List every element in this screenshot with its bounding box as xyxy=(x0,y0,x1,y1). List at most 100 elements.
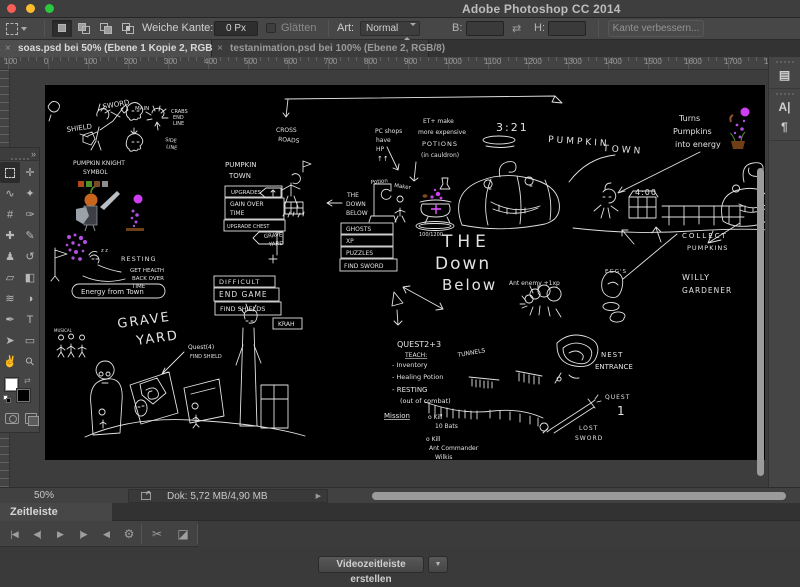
panel-icon[interactable]: ▤ xyxy=(769,65,800,85)
horizontal-scrollbar[interactable] xyxy=(372,492,786,500)
spot-healing-tool[interactable]: ✚ xyxy=(0,225,20,246)
move-tool[interactable]: ✛ xyxy=(20,162,40,183)
document-tab-soas[interactable]: × soas.psd bei 50% (Ebene 1 Kopie 2, RGB… xyxy=(0,40,212,57)
settings-button[interactable]: ⚙ xyxy=(119,521,139,547)
mask-mode-row xyxy=(0,410,40,430)
sketch-label: z z xyxy=(101,248,108,254)
close-tab-icon[interactable]: × xyxy=(5,40,11,57)
vertical-scrollbar[interactable] xyxy=(757,168,764,476)
potions-arrow xyxy=(410,162,418,181)
sketch-label: LINE xyxy=(173,121,184,127)
sketch-label: 3:21 xyxy=(496,121,529,134)
sketch-label: COLLECT xyxy=(682,232,728,240)
play-button[interactable]: ▶ xyxy=(50,521,70,547)
antialias-checkbox[interactable] xyxy=(266,23,276,33)
eraser-tool[interactable]: ▱ xyxy=(0,267,20,288)
crop-tool[interactable]: # xyxy=(0,204,20,225)
paragraph-panel-icon[interactable]: ¶ xyxy=(769,117,800,137)
sketch-label: GAIN OVER xyxy=(230,201,264,208)
color-chip xyxy=(94,181,100,187)
panel-grip[interactable] xyxy=(776,61,794,63)
height-input[interactable] xyxy=(548,21,586,36)
sign-arrow xyxy=(260,188,281,198)
timeline-type-dropdown[interactable]: ▼ xyxy=(428,556,448,573)
sketch-label: SYMBOL xyxy=(83,169,108,176)
swap-dimensions-icon[interactable]: ⇄ xyxy=(512,22,521,35)
sketch-label: Maker xyxy=(394,183,412,191)
ruler-number: 0 xyxy=(44,57,48,66)
panel-grip[interactable] xyxy=(776,93,794,95)
zoom-level-field[interactable]: 50% xyxy=(34,490,54,501)
sketch-label: LOST xyxy=(579,425,598,432)
lasso-tool[interactable]: ∿ xyxy=(0,183,20,204)
sketch-label: 1 xyxy=(617,404,625,418)
create-video-timeline-button[interactable]: Videozeitleiste erstellen xyxy=(318,556,424,573)
transition-button[interactable]: ◪ xyxy=(173,521,193,547)
document-tab-testanimation[interactable]: × testanimation.psd bei 100% (Ebene 2, R… xyxy=(212,40,429,57)
background-color-swatch[interactable] xyxy=(17,389,30,402)
swatch-strip xyxy=(78,181,108,187)
rectangular-marquee-tool[interactable] xyxy=(0,162,20,183)
history-brush-tool[interactable]: ↺ xyxy=(20,246,40,267)
tool-grid: ✛∿✦#✑✚✎♟↺▱◧≋◑✒T➤▭✌⚲ xyxy=(0,162,40,372)
sketch-label: BACK OVER xyxy=(132,276,164,282)
status-expand-icon[interactable]: ▶ xyxy=(316,492,321,500)
panel-grip[interactable] xyxy=(11,158,29,160)
collapse-panel-icon[interactable]: » xyxy=(31,149,36,159)
type-tool[interactable]: T xyxy=(20,309,40,330)
add-to-selection-button[interactable] xyxy=(74,20,94,37)
maximize-window-button[interactable] xyxy=(45,4,54,13)
gradient-tool[interactable]: ◧ xyxy=(20,267,40,288)
width-input[interactable] xyxy=(466,21,504,36)
first-frame-button[interactable]: |◀ xyxy=(4,521,24,547)
next-frame-button[interactable]: |▶ xyxy=(73,521,93,547)
horizontal-ruler[interactable]: 1000100200300400500600700800900100011001… xyxy=(0,57,800,70)
blur-tool[interactable]: ≋ xyxy=(0,288,20,309)
town-arrow-line xyxy=(569,152,700,193)
sketch-label: - Inventory xyxy=(392,361,428,369)
magic-dot xyxy=(78,244,81,247)
intersect-selection-button[interactable] xyxy=(118,20,138,37)
crossroads-knight xyxy=(282,161,311,214)
document-size: Dok: 5,72 MB/4,90 MB xyxy=(167,491,268,502)
prev-frame-button[interactable]: ◀| xyxy=(27,521,47,547)
subtract-from-selection-button[interactable] xyxy=(96,20,116,37)
pixel-knight xyxy=(76,186,120,231)
document-canvas[interactable]: SWORDSHIELDMAINCRABSENDLINESIDELINEPUMPK… xyxy=(45,85,765,460)
magic-dot xyxy=(736,124,739,127)
scissors-button[interactable]: ✂ xyxy=(147,521,167,547)
new-selection-button[interactable] xyxy=(52,20,72,37)
dodge-tool[interactable]: ◑ xyxy=(20,288,40,309)
close-tab-icon[interactable]: × xyxy=(217,40,223,57)
ruler-number: 1600 xyxy=(684,57,702,66)
minimize-window-button[interactable] xyxy=(26,4,35,13)
audio-button[interactable]: ◀ xyxy=(96,521,116,547)
timeline-tab[interactable]: Zeitleiste xyxy=(0,503,112,521)
share-icon[interactable] xyxy=(141,492,151,500)
sketch-label: 4:00 xyxy=(635,188,657,197)
screen-mode-button[interactable] xyxy=(25,413,37,424)
character-panel-icon[interactable]: A| xyxy=(769,97,800,117)
tool-preset-picker[interactable] xyxy=(6,21,40,37)
brush-tool[interactable]: ✎ xyxy=(20,225,40,246)
quick-mask-button[interactable] xyxy=(5,413,19,424)
magic-dot xyxy=(71,256,74,259)
pen-tool[interactable]: ✒ xyxy=(0,309,20,330)
clone-stamp-tool[interactable]: ♟ xyxy=(0,246,20,267)
refine-edge-button[interactable]: Kante verbessern... xyxy=(608,20,704,37)
resting-figure xyxy=(83,251,125,281)
sketch-label: - Healing Potion xyxy=(392,373,443,381)
default-colors-icon[interactable] xyxy=(3,395,12,404)
ruler-number: 1000 xyxy=(444,57,462,66)
document-info: Dok: 5,72 MB/4,90 MB ▶ xyxy=(128,489,328,503)
cauldron-sketch xyxy=(420,178,451,223)
close-window-button[interactable] xyxy=(7,4,16,13)
style-select[interactable]: Normal xyxy=(360,21,420,36)
swap-colors-icon[interactable]: ⇄ xyxy=(24,376,31,385)
magic-wand-tool[interactable]: ✦ xyxy=(20,183,40,204)
eyedropper-tool[interactable]: ✑ xyxy=(20,204,40,225)
path-selection-tool[interactable]: ➤ xyxy=(0,330,20,351)
titlebar: Adobe Photoshop CC 2014 xyxy=(0,0,800,18)
feather-input[interactable]: 0 Px xyxy=(214,21,258,36)
divider xyxy=(769,88,800,89)
